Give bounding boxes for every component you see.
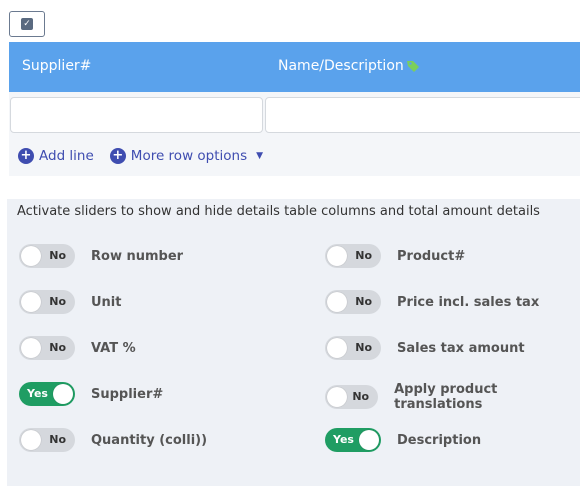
toggle-switch[interactable]: No xyxy=(325,336,381,360)
toggle-label: Unit xyxy=(91,294,122,310)
toggle-state: Yes xyxy=(27,387,48,400)
toggle-switch[interactable]: No xyxy=(325,385,379,409)
toggle-knob[interactable] xyxy=(21,338,41,358)
toggle-label: Description xyxy=(397,432,482,448)
plus-icon: + xyxy=(109,148,126,164)
toggle-label: Price incl. sales tax xyxy=(397,294,540,310)
toggle-knob[interactable] xyxy=(53,384,73,404)
toggle-label: Product# xyxy=(397,248,466,264)
toggle-label: Quantity (colli)) xyxy=(91,432,208,448)
toggle-row: No Price incl. sales tax xyxy=(325,290,539,314)
column-toggle-panel: Activate sliders to show and hide detail… xyxy=(7,199,580,486)
toggle-row: No Quantity (colli)) xyxy=(19,428,207,452)
column-header-name-description: Name/Description xyxy=(278,58,420,74)
toggle-row: Yes Description xyxy=(325,428,481,452)
add-line-button[interactable]: + Add line xyxy=(18,148,94,164)
toggle-label: Supplier# xyxy=(91,386,164,402)
toggle-knob[interactable] xyxy=(21,246,41,266)
toggle-row: No Sales tax amount xyxy=(325,336,525,360)
toggle-label: VAT % xyxy=(91,340,136,356)
toggle-state: No xyxy=(49,433,66,446)
toggle-switch[interactable]: No xyxy=(19,336,75,360)
plus-icon: + xyxy=(18,148,34,164)
toggle-switch[interactable]: No xyxy=(19,244,75,268)
table-body: + Add line + More row options ▼ xyxy=(9,92,580,176)
caret-down-icon: ▼ xyxy=(256,151,264,161)
toggle-state: No xyxy=(355,295,372,308)
panel-title: Activate sliders to show and hide detail… xyxy=(17,204,540,219)
add-line-label: Add line xyxy=(39,148,94,164)
toggle-switch[interactable]: Yes xyxy=(19,382,75,406)
toggle-switch[interactable]: No xyxy=(325,290,381,314)
toggle-switch[interactable]: No xyxy=(19,290,75,314)
toggle-knob[interactable] xyxy=(21,292,41,312)
toggle-row: No Product# xyxy=(325,244,465,268)
toggle-state: No xyxy=(49,295,66,308)
toggle-switch[interactable]: No xyxy=(325,244,381,268)
table-header: Supplier# Name/Description xyxy=(9,42,580,92)
column-header-name-label: Name/Description xyxy=(278,58,404,74)
supplier-input[interactable] xyxy=(10,97,263,133)
name-description-input[interactable] xyxy=(265,97,580,133)
toggle-label: Apply product translations xyxy=(394,382,498,412)
toggle-state: No xyxy=(49,249,66,262)
toggle-row: No Apply product translations xyxy=(325,382,580,412)
toggle-knob[interactable] xyxy=(327,292,347,312)
select-all-checkbox-button[interactable]: ✓ xyxy=(9,11,45,37)
more-row-options-label: More row options xyxy=(130,148,248,164)
toggle-state: Yes xyxy=(333,433,354,446)
toggle-knob[interactable] xyxy=(327,338,347,358)
toggle-switch[interactable]: No xyxy=(19,428,75,452)
toggle-state: No xyxy=(49,341,66,354)
row-actions: + Add line + More row options ▼ xyxy=(18,148,279,164)
checkbox-icon: ✓ xyxy=(21,18,33,30)
column-header-supplier: Supplier# xyxy=(22,58,92,74)
toggle-row: Yes Supplier# xyxy=(19,382,163,406)
tag-icon xyxy=(406,61,419,72)
toggle-knob[interactable] xyxy=(327,246,347,266)
toggle-row: No VAT % xyxy=(19,336,136,360)
more-row-options-button[interactable]: + More row options ▼ xyxy=(109,148,264,164)
toggle-row: No Row number xyxy=(19,244,183,268)
toggle-state: No xyxy=(352,390,370,403)
toggle-state: No xyxy=(355,249,372,262)
toggle-knob[interactable] xyxy=(21,430,41,450)
toggle-label: Row number xyxy=(91,248,184,264)
toggle-state: No xyxy=(355,341,372,354)
toggle-label: Sales tax amount xyxy=(397,340,525,356)
toggle-knob[interactable] xyxy=(327,387,347,407)
toggle-knob[interactable] xyxy=(359,430,379,450)
toggle-switch[interactable]: Yes xyxy=(325,428,381,452)
toggle-row: No Unit xyxy=(19,290,121,314)
